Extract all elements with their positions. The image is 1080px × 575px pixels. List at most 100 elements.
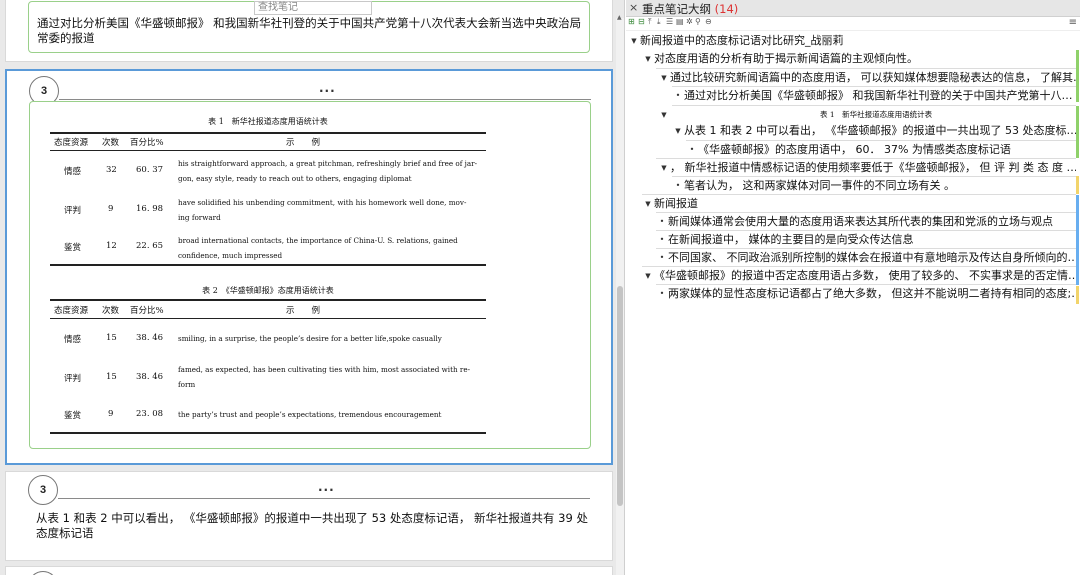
bullet-icon: • (675, 91, 681, 100)
menu-icon[interactable]: ≡ (1069, 17, 1077, 28)
note-card-selected[interactable]: 3 ... 表 1 新华社报道态度用语统计表 态度资源 次数 百分比% 示 例 … (5, 69, 613, 465)
table-cell: 情感 (64, 167, 82, 177)
table-cell: 38. 46 (136, 372, 164, 382)
collapse-arrow-icon[interactable]: ▼ (658, 106, 670, 124)
table-example: gon, easy style, ready to reach out to o… (178, 174, 412, 183)
table-header: 次数 (102, 138, 120, 148)
table-cell: 12 (106, 241, 117, 251)
outline-item[interactable]: • 笔者认为， 这和两家媒体对同一事件的不同立场有关 。 (672, 177, 1076, 195)
card-divider (58, 498, 590, 499)
scrollbar-thumb[interactable] (617, 286, 623, 506)
table-example: ing forward (178, 213, 221, 222)
table-example: smiling, in a surprise, the people’s des… (178, 334, 442, 343)
table-header: 次数 (102, 306, 120, 316)
collapse-arrow-icon[interactable]: ▼ (658, 159, 670, 177)
bullet-icon: • (659, 217, 665, 226)
outline-title-text: 重点笔记大纲 (642, 2, 711, 16)
table-caption: 表 2 《华盛顿邮报》态度用语统计表 (202, 286, 334, 295)
outline-item-text: 《华盛顿邮报》的报道中否定态度用语占多数， 使用了较多的、 不实事求是的否定情… (654, 269, 1076, 282)
note-card[interactable]: 3 ... 从表 1 和表 2 中可以看出， 《华盛顿邮报》的报道中一共出现了 … (5, 471, 613, 561)
lock-icon[interactable]: ⊖ (705, 17, 712, 26)
outline-item[interactable]: • 《华盛顿邮报》的态度用语中， 60． 37% 为情感类态度标记语 (686, 141, 1076, 159)
collapse-arrow-icon[interactable]: ▼ (658, 69, 670, 87)
bullet-icon: • (659, 253, 665, 262)
indent-icon[interactable]: ☰ (666, 17, 673, 26)
note-text: 通过对比分析美国《华盛顿邮报》 和我国新华社刊登的关于中国共产党第十八次代表大会… (37, 16, 582, 45)
table-example: broad international contacts, the import… (178, 236, 458, 245)
more-options-icon[interactable]: ... (319, 81, 336, 95)
table-header: 百分比% (130, 306, 164, 316)
highlight-marker-yellow (1076, 286, 1079, 304)
collapse-all-icon[interactable]: ⊟ (638, 17, 645, 26)
note-card[interactable] (5, 566, 613, 575)
expand-all-icon[interactable]: ⊞ (628, 17, 635, 26)
outline-item-text: ， 新华社报道中情感标记语的使用频率要低于《华盛顿邮报》， 但 评 判 类 态 … (670, 161, 1076, 174)
collapse-arrow-icon[interactable]: ▼ (642, 267, 654, 285)
highlight-marker-blue (1076, 195, 1079, 285)
highlight-marker-yellow (1076, 176, 1079, 194)
table-example: have solidified his unbending commitment… (178, 198, 467, 207)
outline-item-text: 《华盛顿邮报》的态度用语中， 60． 37% 为情感类态度标记语 (698, 143, 1011, 156)
search-icon[interactable]: ⚲ (695, 17, 701, 26)
outline-header: × 重点笔记大纲 (14) (626, 0, 1080, 17)
collapse-arrow-icon[interactable]: ▼ (628, 32, 640, 50)
outdent-icon[interactable]: ▤ (676, 17, 684, 26)
collapse-arrow-icon[interactable]: ▼ (642, 50, 654, 68)
outline-title: 重点笔记大纲 (14) (642, 1, 738, 17)
outline-toolbar: ⊞ ⊟ ⤒ ⤓ ☰ ▤ ✲ ⚲ ⊖ ≡ (626, 17, 1080, 31)
table-cell: 鉴赏 (64, 411, 82, 421)
table-cell: 15 (106, 333, 117, 343)
star-icon[interactable]: ✲ (686, 17, 693, 26)
table-header: 百分比% (130, 138, 164, 148)
table-header: 示 例 (286, 138, 321, 148)
table-cell: 情感 (64, 335, 82, 345)
outline-item[interactable]: • 不同国家、 不同政治派别所控制的媒体会在报道中有意地暗示及传达自身所倾向的… (656, 249, 1076, 267)
more-options-icon[interactable]: ... (318, 480, 335, 494)
close-icon[interactable]: × (629, 1, 638, 14)
table-cell: 9 (108, 409, 114, 419)
table-caption: 表 1 新华社报道态度用语统计表 (208, 117, 328, 126)
table-bottom-rule (50, 264, 486, 266)
table-top-rule (50, 132, 486, 134)
outline-item[interactable]: • 新闻媒体通常会使用大量的态度用语来表达其所代表的集团和党派的立场与观点 (656, 213, 1076, 231)
outline-item-text: 通过比较研究新闻语篇中的态度用语， 可以获知媒体想要隐秘表达的信息， 了解其… (670, 71, 1076, 84)
scrollbar[interactable] (616, 18, 624, 575)
table-cell: 评判 (64, 374, 82, 384)
outline-item[interactable]: ▼ 对态度用语的分析有助于揭示新闻语篇的主观倾向性。 (642, 50, 1073, 68)
card-divider (59, 99, 591, 100)
note-content-box: 表 1 新华社报道态度用语统计表 态度资源 次数 百分比% 示 例 情感 32 … (29, 101, 591, 449)
outline-item-text: 笔者认为， 这和两家媒体对同一事件的不同立场有关 。 (684, 179, 955, 192)
outline-item-text: 通过对比分析美国《华盛顿邮报》 和我国新华社刊登的关于中国共产党第十八… (684, 89, 1073, 102)
note-number-badge (28, 571, 58, 575)
table-cell: 38. 46 (136, 333, 164, 343)
scroll-up-arrow-icon[interactable]: ▲ (617, 14, 622, 21)
outline-item-text: 不同国家、 不同政治派别所控制的媒体会在报道中有意地暗示及传达自身所倾向的… (668, 251, 1076, 264)
outline-item[interactable]: • 在新闻报道中， 媒体的主要目的是向受众传达信息 (656, 231, 1076, 249)
outline-item[interactable]: • 通过对比分析美国《华盛顿邮报》 和我国新华社刊登的关于中国共产党第十八… (672, 87, 1076, 105)
outline-item[interactable]: ▼ 从表 1 和表 2 中可以看出， 《华盛顿邮报》的报道中一共出现了 53 处态… (672, 122, 1076, 140)
table-example: the party’s trust and people’s expectati… (178, 410, 442, 419)
search-notes-input[interactable]: 查找笔记 (254, 1, 372, 15)
outline-item[interactable]: ▼ 通过比较研究新闻语篇中的态度用语， 可以获知媒体想要隐秘表达的信息， 了解其… (658, 69, 1076, 87)
outline-item-text: 两家媒体的显性态度标记语都占了绝大多数， 但这并不能说明二者持有相同的态度;… (668, 287, 1076, 300)
table-example: form (178, 380, 196, 389)
move-up-icon[interactable]: ⤒ (648, 17, 652, 27)
table-header: 态度资源 (54, 306, 89, 316)
outline-item[interactable]: ▼ 新闻报道 (642, 195, 1076, 213)
move-down-icon[interactable]: ⤓ (657, 17, 661, 27)
outline-item-text: 对态度用语的分析有助于揭示新闻语篇的主观倾向性。 (654, 52, 918, 65)
table-cell: 23. 08 (136, 409, 164, 419)
outline-item-text: 从表 1 和表 2 中可以看出， 《华盛顿邮报》的报道中一共出现了 53 处态度… (684, 124, 1076, 137)
highlight-marker-green (1076, 106, 1079, 158)
collapse-arrow-icon[interactable]: ▼ (672, 122, 684, 140)
outline-item-text: 新闻媒体通常会使用大量的态度用语来表达其所代表的集团和党派的立场与观点 (668, 215, 1053, 228)
outline-item[interactable]: ▼， 新华社报道中情感标记语的使用频率要低于《华盛顿邮报》， 但 评 判 类 态… (658, 159, 1076, 177)
outline-item[interactable]: ▼ 《华盛顿邮报》的报道中否定态度用语占多数， 使用了较多的、 不实事求是的否定情… (642, 267, 1076, 285)
outline-item[interactable]: • 两家媒体的显性态度标记语都占了绝大多数， 但这并不能说明二者持有相同的态度;… (656, 285, 1076, 303)
outline-item[interactable]: ▼ 新闻报道中的态度标记语对比研究_战丽莉 (628, 32, 1073, 50)
note-number-badge: 3 (28, 475, 58, 505)
collapse-arrow-icon[interactable]: ▼ (642, 195, 654, 213)
outline-panel: × 重点笔记大纲 (14) ⊞ ⊟ ⤒ ⤓ ☰ ▤ ✲ ⚲ ⊖ ≡ ▼ 新闻报道中… (626, 0, 1080, 575)
outline-count-badge: (14) (714, 2, 739, 16)
table-example: famed, as expected, has been cultivating… (178, 365, 471, 374)
